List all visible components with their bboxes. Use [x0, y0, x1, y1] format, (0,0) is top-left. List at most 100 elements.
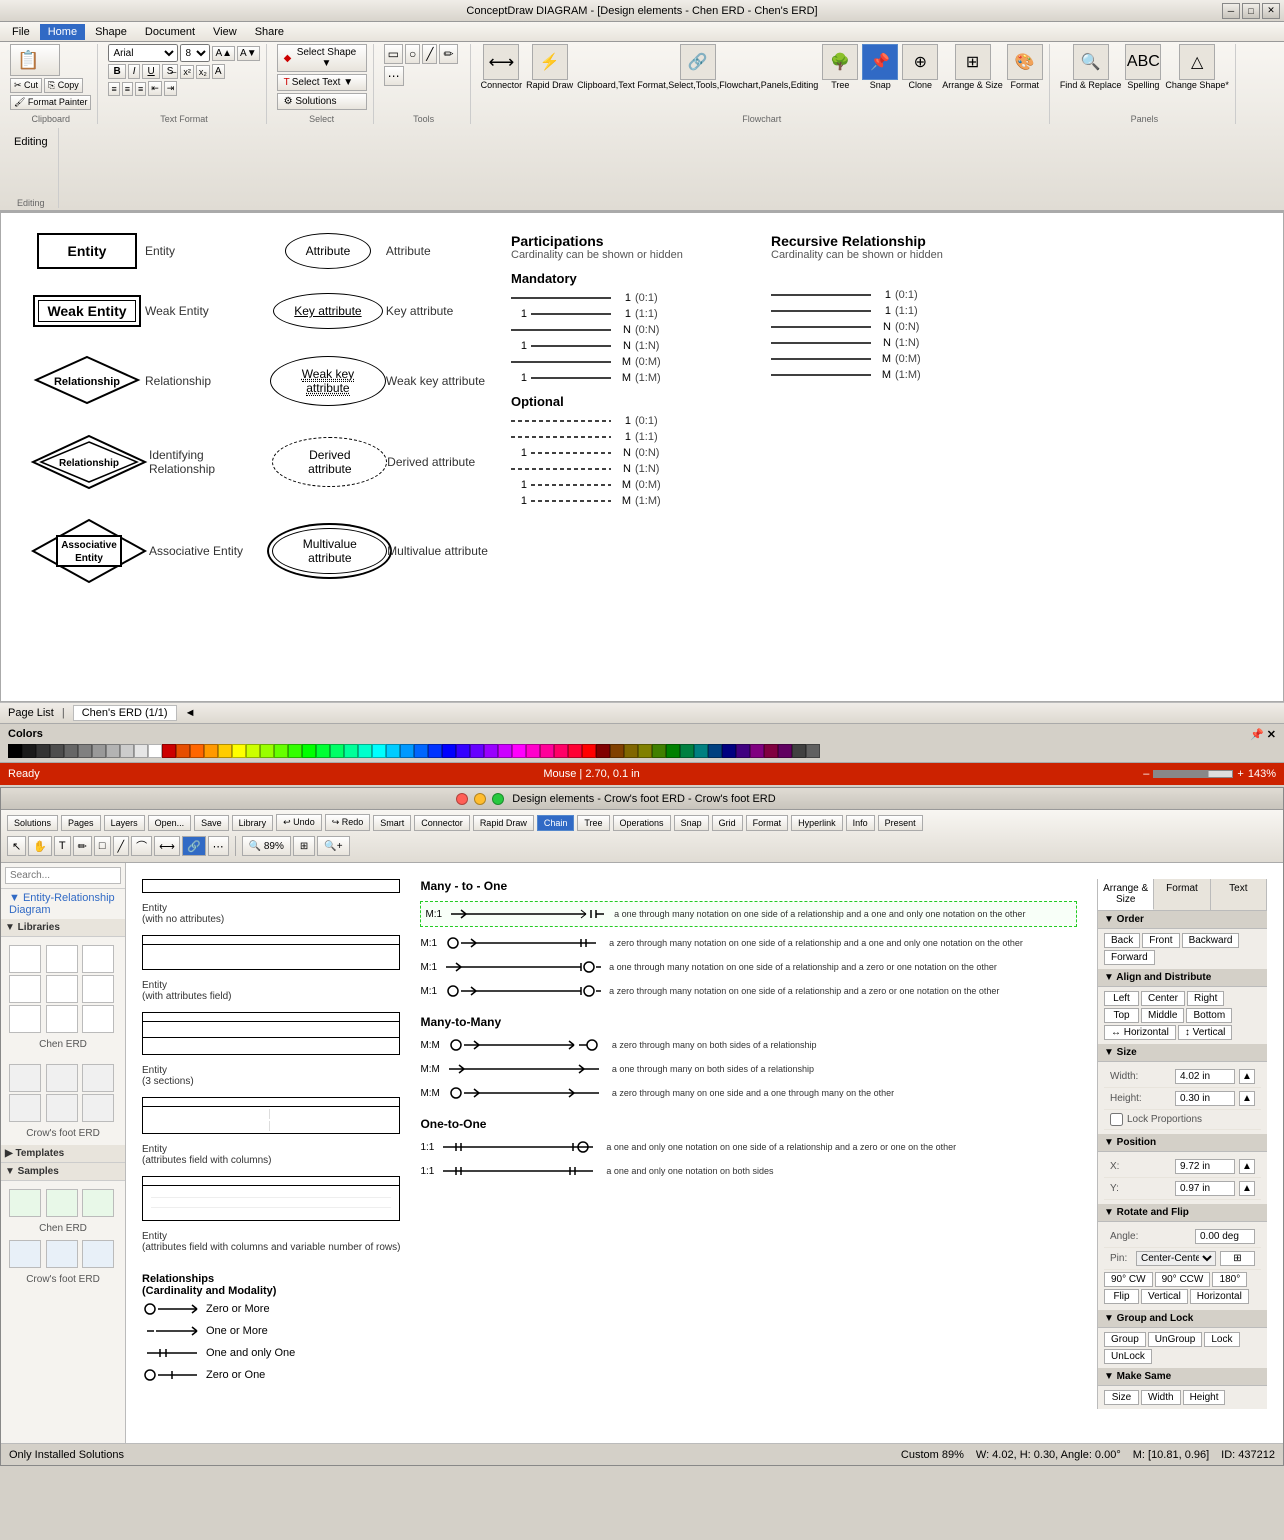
- chain-btn-2[interactable]: Chain: [537, 815, 575, 831]
- shrink-font-btn[interactable]: A▼: [237, 46, 260, 61]
- library-btn[interactable]: Library: [232, 815, 274, 831]
- superscript-btn[interactable]: x²: [180, 65, 194, 79]
- color-swatch[interactable]: [666, 744, 680, 758]
- group-section-header[interactable]: ▼ Group and Lock: [1098, 1310, 1267, 1328]
- arrange-size-tab[interactable]: Arrange & Size: [1098, 879, 1154, 910]
- color-swatch[interactable]: [218, 744, 232, 758]
- height-input[interactable]: [1175, 1091, 1235, 1106]
- entity-variable-box[interactable]: [142, 1176, 400, 1221]
- select-text-btn[interactable]: T Select Text ▼: [277, 74, 367, 91]
- color-swatch[interactable]: [638, 744, 652, 758]
- connector-btn-2[interactable]: Connector: [414, 815, 470, 831]
- tl-green-btn[interactable]: [492, 793, 504, 805]
- y-input[interactable]: [1175, 1181, 1235, 1196]
- left-btn[interactable]: Left: [1104, 991, 1139, 1006]
- y-up-btn[interactable]: ▲: [1239, 1181, 1255, 1196]
- height-up-btn[interactable]: ▲: [1239, 1091, 1255, 1106]
- color-swatch[interactable]: [302, 744, 316, 758]
- color-swatch[interactable]: [526, 744, 540, 758]
- strikethrough-btn[interactable]: S̶: [162, 64, 179, 79]
- zoom-slider[interactable]: [1153, 770, 1233, 778]
- menu-file[interactable]: File: [4, 24, 38, 40]
- minimize-btn[interactable]: ─: [1222, 3, 1240, 19]
- menu-home[interactable]: Home: [40, 24, 85, 40]
- tree-btn-2[interactable]: Tree: [577, 815, 609, 831]
- solutions-btn-2[interactable]: Solutions: [7, 815, 58, 831]
- page-tab[interactable]: Chen's ERD (1/1): [73, 705, 177, 721]
- color-swatch[interactable]: [176, 744, 190, 758]
- more-draw-tools[interactable]: ⋯: [208, 836, 229, 856]
- page-nav-btn[interactable]: ◄: [185, 707, 196, 719]
- color-swatch[interactable]: [78, 744, 92, 758]
- color-swatch[interactable]: [764, 744, 778, 758]
- color-swatch[interactable]: [708, 744, 722, 758]
- lock-proportions-checkbox[interactable]: [1110, 1113, 1123, 1126]
- menu-shape[interactable]: Shape: [87, 24, 135, 40]
- text-tool[interactable]: T: [54, 836, 71, 856]
- colors-close-btn[interactable]: 📌 ✕: [1250, 728, 1276, 741]
- middle-btn[interactable]: Middle: [1141, 1008, 1184, 1023]
- rect-tool[interactable]: ▭: [384, 44, 403, 64]
- zoom-out-btn[interactable]: –: [1143, 768, 1149, 780]
- entity-shape[interactable]: Entity: [37, 233, 137, 269]
- color-swatch[interactable]: [344, 744, 358, 758]
- color-swatch[interactable]: [400, 744, 414, 758]
- angle-input[interactable]: [1195, 1229, 1255, 1244]
- front-btn[interactable]: Front: [1142, 933, 1179, 948]
- rotate-section-header[interactable]: ▼ Rotate and Flip: [1098, 1204, 1267, 1222]
- open-btn[interactable]: Open...: [148, 815, 192, 831]
- rotate-180-btn[interactable]: 180°: [1212, 1272, 1247, 1287]
- flip-btn[interactable]: Flip: [1104, 1289, 1139, 1304]
- color-swatch[interactable]: [442, 744, 456, 758]
- back-btn[interactable]: Back: [1104, 933, 1140, 948]
- format-tab[interactable]: Format: [1154, 879, 1210, 910]
- attribute-shape[interactable]: Attribute: [285, 233, 372, 269]
- undo-btn[interactable]: ↩ Undo: [276, 814, 322, 831]
- format-painter-btn[interactable]: 🖌 Format Painter: [10, 95, 91, 110]
- more-tools[interactable]: ⋯: [384, 66, 404, 86]
- hand-tool[interactable]: ✋: [28, 836, 52, 856]
- color-swatch[interactable]: [386, 744, 400, 758]
- color-swatch[interactable]: [582, 744, 596, 758]
- close-btn[interactable]: ✕: [1262, 3, 1280, 19]
- color-swatch[interactable]: [624, 744, 638, 758]
- color-swatch[interactable]: [22, 744, 36, 758]
- snap-btn-2[interactable]: Snap: [674, 815, 709, 831]
- ellipse-tool[interactable]: ○: [405, 44, 420, 64]
- font-color-btn[interactable]: A: [212, 64, 225, 79]
- sidebar-nav-item[interactable]: ▼ Entity-Relationship Diagram: [1, 889, 125, 919]
- color-swatch[interactable]: [554, 744, 568, 758]
- color-swatch[interactable]: [680, 744, 694, 758]
- tl-red-btn[interactable]: [456, 793, 468, 805]
- pin-select[interactable]: Center-Center: [1136, 1251, 1216, 1266]
- maximize-btn[interactable]: □: [1242, 3, 1260, 19]
- grid-btn[interactable]: Grid: [712, 815, 743, 831]
- vertical-flip-btn[interactable]: Vertical: [1141, 1289, 1188, 1304]
- sidebar-templates-header[interactable]: ▶ Templates: [1, 1145, 125, 1163]
- color-swatch[interactable]: [722, 744, 736, 758]
- menu-share[interactable]: Share: [247, 24, 292, 40]
- zoom-control-btn[interactable]: 🔍 89%: [242, 836, 291, 856]
- cut-btn[interactable]: ✂ Cut: [10, 78, 42, 93]
- arc-tool[interactable]: ⌒: [131, 836, 152, 856]
- grow-font-btn[interactable]: A▲: [212, 46, 235, 61]
- color-swatch[interactable]: [540, 744, 554, 758]
- menu-view[interactable]: View: [205, 24, 245, 40]
- italic-btn[interactable]: I: [128, 64, 141, 79]
- select-shape-btn[interactable]: ◆ Select Shape ▼: [277, 44, 367, 72]
- color-swatch[interactable]: [470, 744, 484, 758]
- align-left-btn[interactable]: ≡: [108, 82, 119, 96]
- color-swatch[interactable]: [64, 744, 78, 758]
- color-swatch[interactable]: [288, 744, 302, 758]
- color-swatch[interactable]: [316, 744, 330, 758]
- sidebar-samples-header[interactable]: ▼ Samples: [1, 1163, 125, 1181]
- hyperlink-btn[interactable]: Hyperlink: [791, 815, 843, 831]
- color-swatch[interactable]: [428, 744, 442, 758]
- color-swatch[interactable]: [610, 744, 624, 758]
- menu-document[interactable]: Document: [137, 24, 203, 40]
- bottom-btn[interactable]: Bottom: [1186, 1008, 1232, 1023]
- entity-3-sections-box[interactable]: [142, 1012, 400, 1055]
- color-swatch[interactable]: [568, 744, 582, 758]
- key-attribute-shape[interactable]: Key attribute: [273, 293, 382, 329]
- subscript-btn[interactable]: x₂: [196, 65, 210, 79]
